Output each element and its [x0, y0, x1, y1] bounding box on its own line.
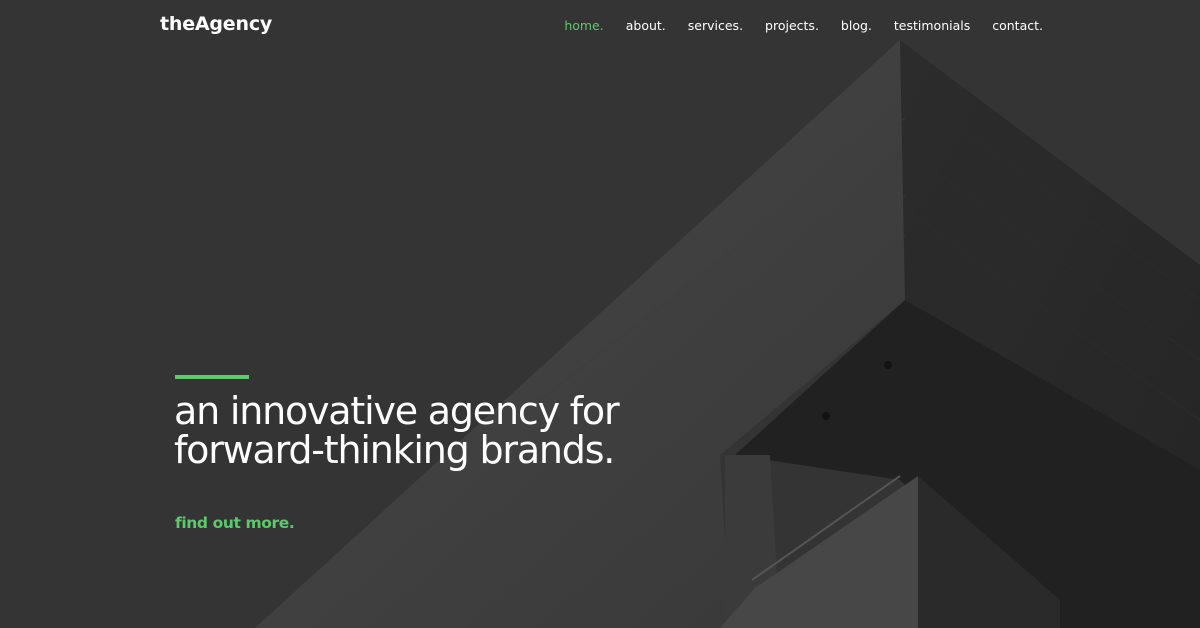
nav-item-projects[interactable]: projects.	[765, 18, 819, 33]
hero-headline-line-1: an innovative agency for	[174, 389, 620, 433]
find-out-more-link[interactable]: find out more.	[175, 514, 295, 532]
top-navbar: theAgency home. about. services. project…	[0, 0, 1200, 54]
nav-item-about[interactable]: about.	[626, 18, 666, 33]
nav-item-testimonials[interactable]: testimonials	[894, 18, 970, 33]
nav-item-home[interactable]: home.	[564, 18, 603, 33]
nav-item-blog[interactable]: blog.	[841, 18, 872, 33]
headline-accent-line	[175, 375, 249, 379]
building-background-image	[0, 0, 1200, 628]
hero-headline: an innovative agency for forward-thinkin…	[174, 392, 734, 470]
hero-section: theAgency home. about. services. project…	[0, 0, 1200, 628]
nav-menu: home. about. services. projects. blog. t…	[542, 18, 1043, 33]
hero-headline-line-2: forward-thinking brands.	[174, 428, 615, 472]
nav-item-contact[interactable]: contact.	[992, 18, 1043, 33]
nav-item-services[interactable]: services.	[688, 18, 743, 33]
brand-logo[interactable]: theAgency	[160, 13, 272, 35]
